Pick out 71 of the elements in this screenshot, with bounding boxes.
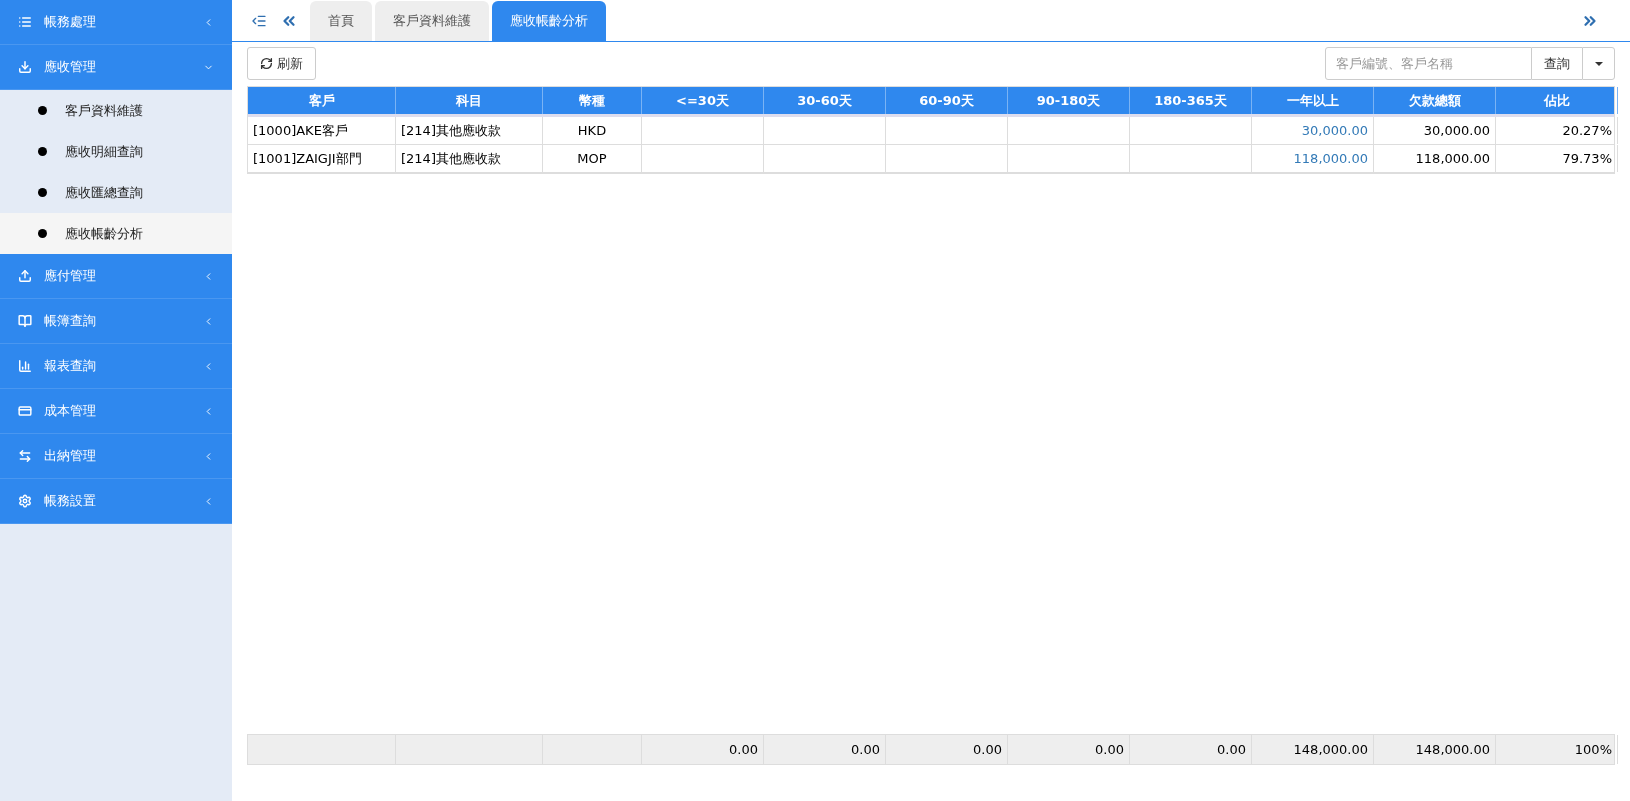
sidebar-item[interactable]: 出納管理: [0, 434, 232, 479]
table-cell: [214]其他應收款: [396, 117, 543, 144]
sidebar-item[interactable]: 帳簿查詢: [0, 299, 232, 344]
sidebar-item[interactable]: 帳務處理: [0, 0, 232, 45]
column-header: 欠款總額: [1374, 87, 1496, 114]
table-cell: 79.73%: [1496, 145, 1618, 172]
swap-arrows-icon: [18, 449, 32, 463]
tab[interactable]: 客戶資料維護: [375, 1, 489, 41]
sidebar-item-label: 帳務處理: [44, 13, 97, 32]
column-header: 30-60天: [764, 87, 886, 114]
column-header: 60-90天: [886, 87, 1008, 114]
column-header: 90-180天: [1008, 87, 1130, 114]
column-header: 一年以上: [1252, 87, 1374, 114]
submenu-item[interactable]: 應收帳齡分析: [0, 213, 232, 254]
tray-arrow-icon: [18, 60, 32, 74]
sidebar-item[interactable]: 帳務設置: [0, 479, 232, 524]
column-header: 客戶: [248, 87, 396, 114]
bar-chart-icon: [18, 359, 32, 373]
table-cell: 0.00: [764, 735, 886, 764]
search-field[interactable]: 客戶編號、客戶名稱: [1325, 47, 1532, 80]
table-cell: HKD: [543, 117, 642, 144]
query-button[interactable]: 查詢: [1532, 47, 1582, 80]
list-icon: [18, 15, 32, 29]
sidebar-item-label: 報表查詢: [44, 357, 97, 376]
submenu-label: 應收匯總查詢: [65, 183, 143, 202]
table-cell: 0.00: [1008, 735, 1130, 764]
bullet-icon: [38, 106, 47, 115]
table-cell: 148,000.00: [1374, 735, 1496, 764]
sidebar-item-label: 應收管理: [44, 58, 97, 77]
column-header: 佔比: [1496, 87, 1618, 114]
column-header: <=30天: [642, 87, 764, 114]
table-cell: 148,000.00: [1252, 735, 1374, 764]
table-cell: 0.00: [1130, 735, 1252, 764]
submenu-label: 應收帳齡分析: [65, 224, 143, 243]
sidebar-item[interactable]: 報表查詢: [0, 344, 232, 389]
sidebar-item-label: 成本管理: [44, 402, 97, 421]
bullet-icon: [38, 188, 47, 197]
refresh-icon: [260, 57, 273, 70]
table-cell: 118,000.00: [1374, 145, 1496, 172]
column-header: 180-365天: [1130, 87, 1252, 114]
sidebar-item-label: 帳務設置: [44, 492, 97, 511]
sidebar-item-label: 應付管理: [44, 267, 97, 286]
tab[interactable]: 應收帳齡分析: [492, 1, 606, 41]
book-icon: [18, 314, 32, 328]
settings-icon: [18, 494, 32, 508]
column-header: 幣種: [543, 87, 642, 114]
bullet-icon: [38, 147, 47, 156]
table-cell: 118,000.00: [1252, 145, 1374, 172]
refresh-button[interactable]: 刷新: [247, 47, 316, 80]
submenu-label: 應收明細查詢: [65, 142, 143, 161]
table-cell: 0.00: [886, 735, 1008, 764]
table-cell: [1001]ZAIGJI部門: [248, 145, 396, 172]
bullet-icon: [38, 229, 47, 238]
card-icon: [18, 404, 32, 418]
column-header: 科目: [396, 87, 543, 114]
tab[interactable]: 首頁: [310, 1, 372, 41]
table-cell: [1000]AKE客戶: [248, 117, 396, 144]
table-cell: 30,000.00: [1252, 117, 1374, 144]
table-cell: 30,000.00: [1374, 117, 1496, 144]
submenu-label: 客戶資料維護: [65, 101, 143, 120]
sidebar-item[interactable]: 成本管理: [0, 389, 232, 434]
table-cell: 100%: [1496, 735, 1618, 764]
table-cell: MOP: [543, 145, 642, 172]
table-cell: [214]其他應收款: [396, 145, 543, 172]
table-cell: 20.27%: [1496, 117, 1618, 144]
sidebar-item[interactable]: 應收管理: [0, 45, 232, 90]
caret-icon: [1594, 61, 1603, 66]
table-cell: 0.00: [642, 735, 764, 764]
sidebar-item-label: 帳簿查詢: [44, 312, 97, 331]
sidebar-item-label: 出納管理: [44, 447, 97, 466]
sidebar-item[interactable]: 應付管理: [0, 254, 232, 299]
